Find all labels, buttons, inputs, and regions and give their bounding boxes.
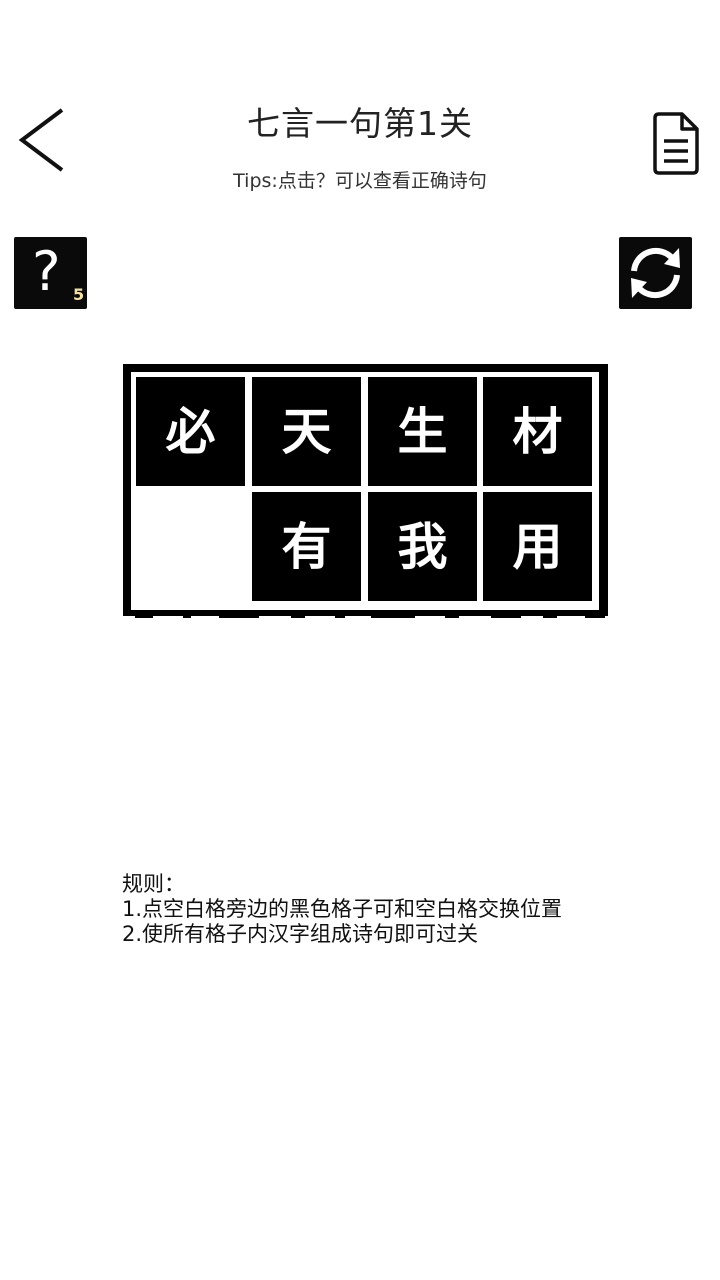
board-overflow-strip <box>123 608 608 618</box>
tips-text: Tips:点击？可以查看正确诗句 <box>233 170 487 192</box>
rules-line-2: 2.使所有格子内汉字组成诗句即可过关 <box>122 922 479 946</box>
tile-r2-c3[interactable]: 我 <box>368 492 477 601</box>
hint-button[interactable]: ? 5 <box>14 237 87 309</box>
tile-r1-c1[interactable]: 必 <box>136 377 245 486</box>
chevron-left-icon <box>18 108 64 172</box>
rules-heading: 规则： <box>122 872 185 896</box>
question-mark-icon: ? <box>32 240 61 303</box>
document-button[interactable] <box>650 110 702 178</box>
tile-r2-c4[interactable]: 用 <box>483 492 592 601</box>
rules-line-1: 1.点空白格旁边的黑色格子可和空白格交换位置 <box>122 897 563 921</box>
game-screen: 七言一句第1关 Tips:点击？可以查看正确诗句 ? 5 必 天 生 材 有 我… <box>0 0 720 1280</box>
document-icon <box>653 112 699 175</box>
tile-r2-c2[interactable]: 有 <box>252 492 361 601</box>
tile-r1-c4[interactable]: 材 <box>483 377 592 486</box>
rules-panel: 规则： 1.点空白格旁边的黑色格子可和空白格交换位置 2.使所有格子内汉字组成诗… <box>122 872 602 947</box>
refresh-icon <box>631 247 680 299</box>
blank-tile[interactable] <box>136 492 245 601</box>
tile-r1-c3[interactable]: 生 <box>368 377 477 486</box>
puzzle-board: 必 天 生 材 有 我 用 <box>123 364 608 614</box>
level-title: 七言一句第1关 <box>247 104 473 143</box>
back-button[interactable] <box>14 104 74 176</box>
tile-r1-c2[interactable]: 天 <box>252 377 361 486</box>
hint-count-badge: 5 <box>73 285 85 304</box>
refresh-button[interactable] <box>619 237 692 309</box>
board-grid: 必 天 生 材 有 我 用 <box>131 372 599 610</box>
